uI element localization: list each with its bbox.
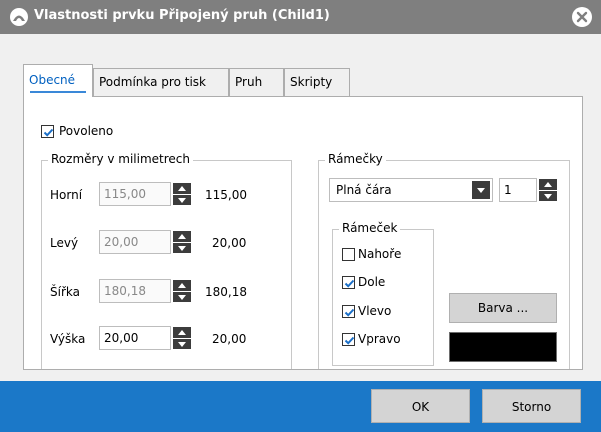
left-label: Levý	[50, 236, 79, 250]
top-input[interactable]: 115,00	[99, 182, 171, 206]
frame-sides-group: Rámeček Nahoře Dole Vlevo Vpravo	[332, 221, 434, 366]
height-input[interactable]: 20,00	[99, 326, 171, 350]
frames-group-title: Rámečky	[325, 152, 386, 166]
checkmark-icon	[344, 308, 355, 317]
tab-general-label: Obecné	[29, 73, 76, 87]
spin-down-icon[interactable]	[173, 291, 191, 302]
top-label: Horní	[50, 188, 83, 202]
spin-up-icon[interactable]	[173, 231, 191, 242]
color-button[interactable]: Barva ...	[449, 293, 557, 323]
enabled-checkbox[interactable]	[41, 125, 54, 138]
dialog-footer: OK Storno	[0, 381, 601, 432]
width-label: Šířka	[50, 285, 80, 299]
ok-button[interactable]: OK	[371, 389, 470, 423]
tab-band-label: Pruh	[235, 75, 263, 89]
spin-down-icon[interactable]	[173, 242, 191, 253]
line-width-spinner[interactable]	[539, 179, 557, 201]
left-input[interactable]: 20,00	[99, 230, 171, 254]
left-value: 20,00	[212, 236, 247, 250]
bottom-side-label: Dole	[358, 275, 386, 289]
ok-button-label: OK	[411, 400, 430, 414]
left-side-checkbox[interactable]	[342, 305, 355, 318]
left-spinner[interactable]	[173, 231, 191, 253]
bottom-side-checkbox[interactable]	[342, 276, 355, 289]
checkmark-icon	[344, 336, 355, 345]
left-side-label: Vlevo	[358, 304, 392, 318]
width-value: 180,18	[205, 285, 247, 299]
chevron-down-icon[interactable]	[472, 181, 490, 199]
line-style-value: Plná čára	[336, 183, 392, 197]
tab-scripts[interactable]: Skripty	[284, 68, 350, 96]
top-value: 115,00	[205, 188, 247, 202]
frame-sides-group-title: Rámeček	[339, 221, 401, 235]
frames-group: Rámečky Plná čára 1 Rámeček Nahoře Dole	[318, 152, 570, 369]
cancel-button[interactable]: Storno	[482, 389, 581, 423]
spin-down-icon[interactable]	[539, 190, 557, 201]
spin-down-icon[interactable]	[173, 338, 191, 349]
dimensions-group-title: Rozměry v milimetrech	[48, 152, 194, 166]
cancel-button-label: Storno	[511, 400, 552, 414]
top-spinner[interactable]	[173, 183, 191, 205]
right-side-checkbox[interactable]	[342, 333, 355, 346]
height-spinner[interactable]	[173, 327, 191, 349]
width-spinner[interactable]	[173, 280, 191, 302]
title-bar: Vlastnosti prvku Připojený pruh (Child1)	[0, 0, 601, 34]
tab-print-condition-label: Podmínka pro tisk	[99, 75, 206, 89]
width-input[interactable]: 180,18	[99, 279, 171, 303]
spin-up-icon[interactable]	[539, 179, 557, 190]
spin-up-icon[interactable]	[173, 327, 191, 338]
right-side-label: Vpravo	[358, 332, 401, 346]
top-side-checkbox[interactable]	[342, 248, 355, 261]
spin-up-icon[interactable]	[173, 183, 191, 194]
properties-dialog: Vlastnosti prvku Připojený pruh (Child1)…	[0, 0, 601, 432]
tab-scripts-label: Skripty	[290, 75, 333, 89]
line-width-input[interactable]: 1	[499, 178, 537, 202]
enabled-label: Povoleno	[59, 124, 114, 138]
spin-down-icon[interactable]	[173, 194, 191, 205]
tab-panel-general: Povoleno Rozměry v milimetrech Horní 115…	[23, 96, 583, 370]
app-logo-icon	[10, 8, 28, 26]
dimensions-group: Rozměry v milimetrech Horní 115,00 115,0…	[41, 152, 292, 369]
window-title: Vlastnosti prvku Připojený pruh (Child1)	[34, 8, 330, 23]
tab-general[interactable]: Obecné	[23, 64, 93, 97]
tab-band[interactable]: Pruh	[229, 68, 284, 96]
checkmark-icon	[43, 128, 54, 137]
color-swatch[interactable]	[449, 332, 557, 362]
height-value: 20,00	[212, 332, 247, 346]
spin-up-icon[interactable]	[173, 280, 191, 291]
tab-print-condition[interactable]: Podmínka pro tisk	[93, 68, 229, 96]
height-label: Výška	[50, 332, 86, 346]
close-icon[interactable]	[571, 6, 593, 28]
color-button-label: Barva ...	[477, 301, 529, 315]
checkmark-icon	[344, 279, 355, 288]
top-side-label: Nahoře	[358, 247, 402, 261]
active-tab-indicator	[30, 91, 86, 93]
line-style-select[interactable]: Plná čára	[329, 178, 493, 202]
